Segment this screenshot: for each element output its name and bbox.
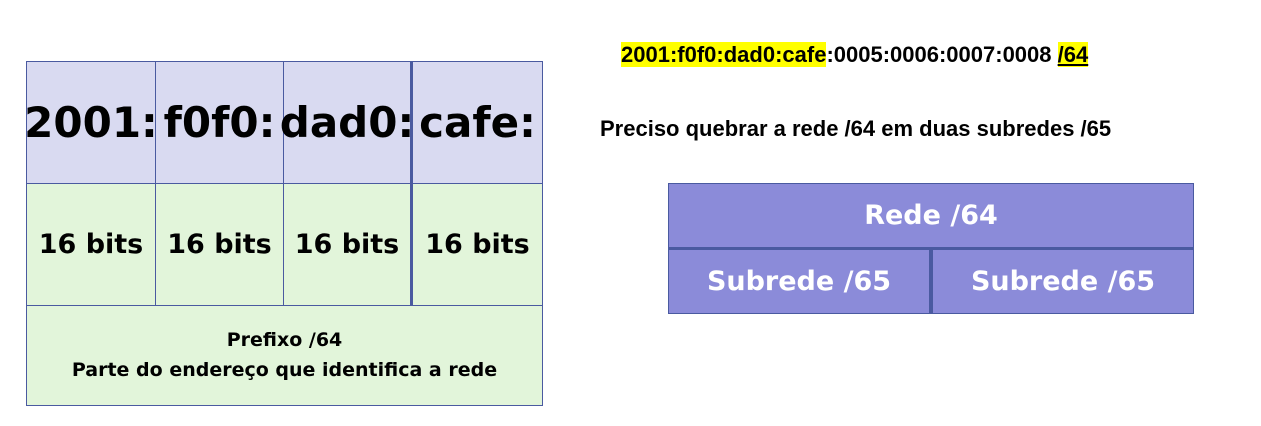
hex-group-cell: 2001: xyxy=(24,62,158,184)
bits-cell: 16 bits xyxy=(413,184,542,306)
hex-group-cell: dad0: xyxy=(280,62,414,184)
hex-group-cell: f0f0: xyxy=(156,62,284,184)
bits-row: 16 bits 16 bits 16 bits 16 bits xyxy=(27,184,542,306)
ipv6-prefix-table: 2001: f0f0: dad0: cafe: 16 bits 16 bits … xyxy=(24,61,543,406)
subnet-block: Subrede /65 xyxy=(669,250,933,313)
bits-cell: 16 bits xyxy=(156,184,284,306)
prefix-row: Prefixo /64 Parte do endereço que identi… xyxy=(27,306,542,405)
address-network-part: 2001:f0f0:dad0:cafe xyxy=(621,42,827,67)
prefix-description: Parte do endereço que identifica a rede xyxy=(71,358,498,381)
address-prefix-length: /64 xyxy=(1057,42,1089,67)
subnet-label: Subrede /65 xyxy=(970,266,1156,297)
task-statement: Preciso quebrar a rede /64 em duas subre… xyxy=(600,116,1112,141)
network-label: Rede /64 xyxy=(864,200,998,231)
subnets-row: Subrede /65 Subrede /65 xyxy=(669,250,1193,313)
prefix-cell: Prefixo /64 Parte do endereço que identi… xyxy=(27,306,542,405)
hex-groups-row: 2001: f0f0: dad0: cafe: xyxy=(24,62,542,184)
ipv6-address: 2001:f0f0:dad0:cafe:0005:0006:0007:0008 … xyxy=(621,42,1089,68)
subnet-block: Subrede /65 xyxy=(933,250,1193,313)
network-block: Rede /64 xyxy=(669,184,1193,250)
bits-cell: 16 bits xyxy=(284,184,413,306)
subnet-diagram: Rede /64 Subrede /65 Subrede /65 xyxy=(668,183,1194,314)
subnet-label: Subrede /65 xyxy=(706,266,892,297)
prefix-title: Prefixo /64 xyxy=(226,329,343,352)
bits-cell: 16 bits xyxy=(27,184,156,306)
hex-group-cell: cafe: xyxy=(413,62,542,184)
address-host-part: :0005:0006:0007:0008 xyxy=(826,42,1058,67)
